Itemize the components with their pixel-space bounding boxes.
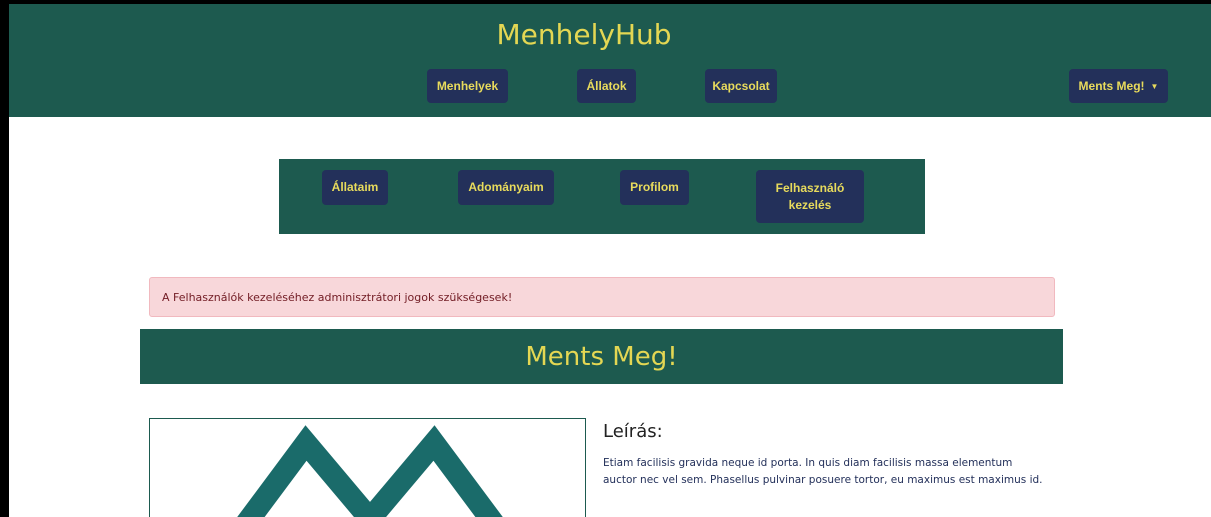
permission-alert: A Felhasználók kezeléséhez adminisztráto… (149, 277, 1055, 317)
nav-link-kapcsolat[interactable]: Kapcsolat (705, 69, 777, 103)
caret-down-icon: ▼ (1150, 81, 1159, 91)
ments-meg-dropdown[interactable]: Ments Meg! ▼ (1069, 69, 1168, 103)
shelter-name: Ments Meg! (525, 341, 678, 372)
nav-link-allatok[interactable]: Állatok (577, 69, 636, 103)
shelter-title-band: Ments Meg! (140, 329, 1063, 384)
subnav-item-felhasznalo-kezeles[interactable]: Felhasználó kezelés (756, 170, 864, 223)
subnav-item-adomanyaim[interactable]: Adományaim (458, 170, 554, 205)
description-text: Etiam facilisis gravida neque id porta. … (603, 457, 1043, 486)
subnav-item-profilom[interactable]: Profilom (620, 170, 689, 205)
alert-text: A Felhasználók kezeléséhez adminisztráto… (162, 290, 513, 304)
window-frame-top (0, 0, 1211, 4)
subnav-item-allataim[interactable]: Állataim (322, 170, 388, 205)
shelter-image (149, 418, 586, 517)
user-subnav: Állataim Adományaim Profilom Felhasználó… (279, 159, 925, 234)
top-navbar: MenhelyHub Menhelyek Állatok Kapcsolat M… (9, 0, 1211, 117)
nav-link-menhelyek[interactable]: Menhelyek (427, 69, 508, 103)
dropdown-label: Ments Meg! (1078, 78, 1145, 93)
description-title: Leírás: (603, 421, 663, 442)
brand-title[interactable]: MenhelyHub (9, 18, 1159, 51)
mountain-logo-icon (237, 425, 503, 517)
page: MenhelyHub Menhelyek Állatok Kapcsolat M… (9, 0, 1211, 517)
